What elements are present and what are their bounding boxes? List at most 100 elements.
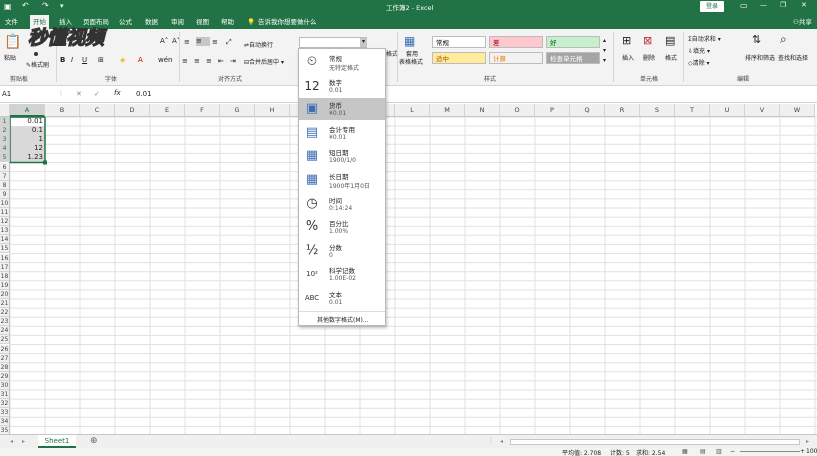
number-format-option[interactable]: ▣ 货币 ¥0.01	[299, 98, 385, 121]
row-header[interactable]: 11	[0, 208, 10, 218]
phonetic-icon[interactable]: wén	[158, 56, 172, 64]
sort-filter-icon[interactable]: ⇅	[752, 33, 761, 46]
scroll-left-icon[interactable]: ◂	[500, 438, 503, 445]
column-header[interactable]: H	[255, 104, 290, 117]
row-header[interactable]: 23	[0, 317, 10, 327]
column-header[interactable]: R	[605, 104, 640, 117]
column-header[interactable]: C	[80, 104, 115, 117]
format-cells-icon[interactable]: ▤	[665, 34, 675, 47]
add-sheet-button[interactable]: ⊕	[90, 436, 98, 446]
worksheet-grid[interactable]	[0, 104, 817, 434]
column-header[interactable]: M	[430, 104, 465, 117]
row-header[interactable]: 32	[0, 399, 10, 409]
number-format-option[interactable]: ▦ 长日期 1900年1月0日	[299, 169, 385, 191]
style-check-cell[interactable]: 检查单元格	[546, 52, 600, 64]
cell-a5[interactable]: 1.23	[11, 153, 43, 162]
column-header[interactable]: B	[45, 104, 80, 117]
row-header[interactable]: 18	[0, 271, 10, 281]
cancel-icon[interactable]: ✕	[76, 90, 82, 98]
row-header[interactable]: 22	[0, 308, 10, 318]
cell-a4[interactable]: 12	[11, 144, 43, 153]
row-header[interactable]: 31	[0, 390, 10, 400]
sort-filter-button[interactable]: 排序和筛选	[745, 53, 775, 62]
find-select-button[interactable]: 查找和选择	[778, 53, 808, 62]
orientation-icon[interactable]: ⤢	[226, 38, 232, 47]
row-header[interactable]: 30	[0, 380, 10, 390]
insert-function-button[interactable]: fx	[114, 89, 121, 97]
zoom-level[interactable]: 100	[806, 448, 817, 455]
align-left-icon[interactable]: ≡	[182, 57, 188, 65]
zoom-slider[interactable]	[740, 451, 800, 452]
row-header[interactable]: 21	[0, 299, 10, 309]
style-normal[interactable]: 常规	[432, 36, 486, 48]
styles-scroll-up-icon[interactable]: ▴	[603, 37, 606, 44]
tab-help[interactable]: 帮助	[218, 15, 237, 29]
number-format-option[interactable]: 10² 科学记数 1.00E-02	[299, 263, 385, 285]
ribbon-display-icon[interactable]: ▭	[740, 1, 748, 10]
close-button[interactable]: ✕	[801, 1, 807, 9]
row-header[interactable]: 4	[0, 144, 10, 154]
column-header[interactable]: E	[150, 104, 185, 117]
align-middle-icon[interactable]: ≡	[196, 37, 210, 46]
number-format-option[interactable]: ▤ 会计专用 ¥0.01	[299, 122, 385, 144]
row-header[interactable]: 15	[0, 244, 10, 254]
name-box-dropdown-icon[interactable]: ⋮	[58, 90, 64, 97]
sheet-tab-sheet1[interactable]: Sheet1	[38, 435, 76, 448]
number-format-option[interactable]: ◷ 时间 0:14:24	[299, 193, 385, 215]
find-select-icon[interactable]: ⌕	[780, 32, 787, 47]
align-center-icon[interactable]: ≡	[194, 57, 200, 65]
format-cells-button[interactable]: 格式	[665, 53, 677, 62]
column-header[interactable]: G	[220, 104, 255, 117]
clear-button[interactable]: ◇清除 ▾	[688, 58, 710, 67]
delete-cells-button[interactable]: 删除	[643, 53, 655, 62]
row-header[interactable]: 12	[0, 217, 10, 227]
paste-icon[interactable]: 📋	[4, 34, 21, 50]
column-header[interactable]: P	[535, 104, 570, 117]
scroll-right-icon[interactable]: ▸	[806, 438, 809, 445]
paste-button[interactable]: 粘贴	[4, 53, 16, 62]
style-neutral[interactable]: 适中	[432, 52, 486, 64]
cell-a1[interactable]: 0.01	[11, 117, 43, 126]
row-header[interactable]: 20	[0, 289, 10, 299]
column-header[interactable]: T	[675, 104, 710, 117]
tell-me-search[interactable]: 告诉我你想要做什么	[255, 15, 320, 29]
number-format-select[interactable]	[299, 37, 367, 48]
row-header[interactable]: 24	[0, 326, 10, 336]
row-header[interactable]: 14	[0, 235, 10, 245]
undo-icon[interactable]: ↶	[22, 1, 29, 10]
column-header[interactable]: N	[465, 104, 500, 117]
styles-more-icon[interactable]: ▾	[603, 57, 606, 64]
row-header[interactable]: 1	[0, 117, 10, 127]
split-handle-icon[interactable]: ⋮	[488, 437, 494, 444]
fill-button[interactable]: ⇩填充 ▾	[688, 46, 710, 55]
decrease-indent-icon[interactable]: ⇤	[218, 57, 224, 65]
column-header[interactable]: U	[710, 104, 745, 117]
row-header[interactable]: 28	[0, 362, 10, 372]
more-number-formats[interactable]: 其他数字格式(M)...	[317, 315, 369, 324]
row-header[interactable]: 33	[0, 408, 10, 418]
align-top-icon[interactable]: ≡	[184, 38, 190, 46]
style-calculation[interactable]: 计算	[489, 52, 543, 64]
autosum-button[interactable]: Σ自动求和 ▾	[688, 34, 721, 43]
column-header[interactable]: A	[10, 104, 45, 117]
formula-input[interactable]: 0.01	[136, 90, 152, 98]
zoom-out-icon[interactable]: −	[730, 448, 735, 455]
row-header[interactable]: 29	[0, 371, 10, 381]
row-header[interactable]: 7	[0, 171, 10, 181]
number-format-option[interactable]: ABC 文本 0.01	[299, 287, 385, 309]
redo-icon[interactable]: ↷	[42, 1, 49, 10]
name-box[interactable]: A1	[2, 90, 52, 98]
row-header[interactable]: 5	[0, 153, 10, 163]
column-header[interactable]: F	[185, 104, 220, 117]
delete-cells-icon[interactable]: ⊠	[643, 34, 652, 47]
insert-cells-button[interactable]: 插入	[622, 53, 634, 62]
increase-indent-icon[interactable]: ⇥	[230, 57, 236, 65]
save-icon[interactable]: ▣	[4, 2, 12, 11]
cell-a2[interactable]: 0.1	[11, 126, 43, 135]
page-layout-view-icon[interactable]: ▤	[700, 448, 706, 455]
merge-center-button[interactable]: ⊟合并后居中 ▾	[244, 57, 284, 66]
column-header[interactable]: L	[395, 104, 430, 117]
tab-review[interactable]: 审阅	[168, 15, 187, 29]
row-header[interactable]: 10	[0, 198, 10, 208]
chevron-down-icon[interactable]: ▾	[360, 38, 367, 47]
